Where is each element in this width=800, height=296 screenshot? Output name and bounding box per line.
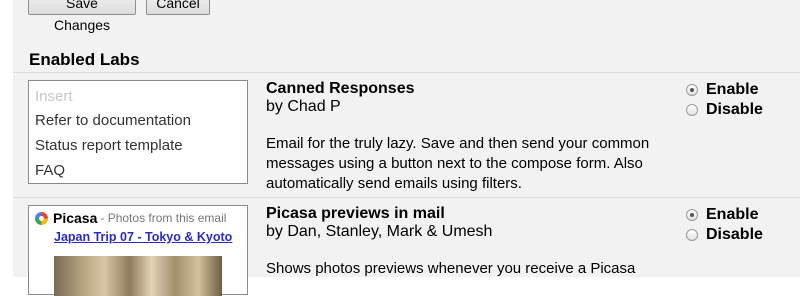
lab-author: by Chad P — [266, 98, 341, 115]
lab-author: by Dan, Stanley, Mark & Umesh — [266, 223, 493, 240]
enable-option[interactable]: Enable — [686, 81, 758, 99]
preview-item: FAQ — [35, 162, 66, 179]
preview-item: Status report template — [35, 137, 183, 154]
picasa-logo-icon — [35, 211, 48, 225]
enable-label: Enable — [706, 206, 759, 223]
canned-responses-preview: Insert Refer to documentation Status rep… — [28, 80, 248, 184]
lab-description: Shows photos previews whenever you recei… — [266, 260, 636, 277]
divider — [13, 197, 800, 198]
picasa-subtitle: - Photos from this email — [100, 211, 227, 225]
disable-option[interactable]: Disable — [686, 101, 763, 119]
album-link[interactable]: Japan Trip 07 - Tokyo & Kyoto — [54, 230, 232, 244]
disable-label: Disable — [706, 226, 763, 243]
cancel-button[interactable]: Cancel — [146, 0, 210, 15]
disable-option[interactable]: Disable — [686, 226, 763, 244]
section-title: Enabled Labs — [29, 50, 140, 69]
radio-unchecked-icon[interactable] — [686, 104, 698, 116]
left-margin — [0, 0, 13, 277]
disable-label: Disable — [706, 101, 763, 118]
lab-title: Canned Responses — [266, 80, 415, 97]
enable-option[interactable]: Enable — [686, 206, 758, 224]
lab-description: Email for the truly lazy. Save and then … — [266, 135, 650, 192]
radio-checked-icon[interactable] — [686, 209, 698, 221]
picasa-name: Picasa — [53, 210, 98, 226]
radio-unchecked-icon[interactable] — [686, 229, 698, 241]
preview-item-insert: Insert — [35, 88, 73, 105]
lab-title: Picasa previews in mail — [266, 205, 445, 222]
save-changes-button[interactable]: Save Changes — [28, 0, 136, 33]
enable-label: Enable — [706, 81, 759, 98]
photo-thumbnail[interactable] — [54, 256, 222, 296]
preview-item: Refer to documentation — [35, 112, 191, 129]
divider — [13, 72, 800, 73]
picasa-header: Picasa - Photos from this email — [35, 210, 226, 226]
radio-checked-icon[interactable] — [686, 84, 698, 96]
picasa-preview: Picasa - Photos from this email Japan Tr… — [28, 205, 248, 296]
